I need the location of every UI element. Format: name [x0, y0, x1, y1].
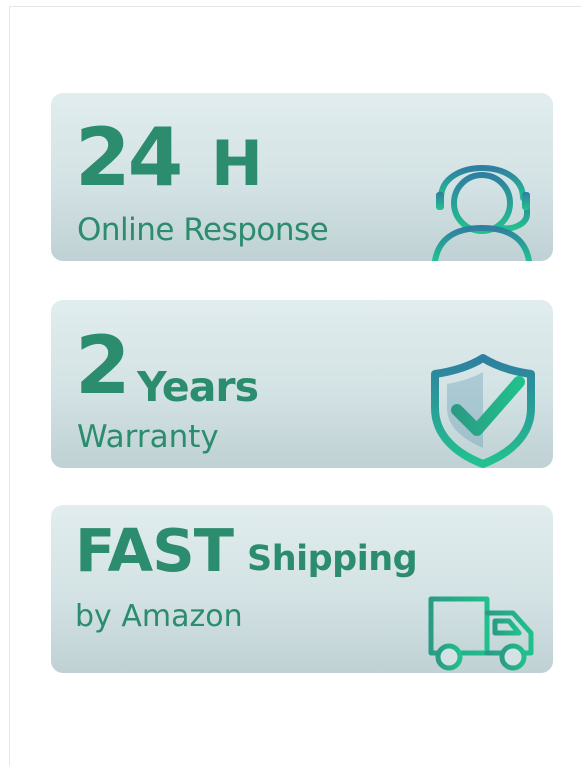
feature-card-warranty: 2 Years Warranty — [51, 300, 553, 468]
card-headline-unit: Shipping — [247, 539, 418, 579]
shield-check-icon — [431, 354, 535, 468]
card-subtitle: Warranty — [77, 419, 219, 455]
card-headline-number: 2 — [75, 319, 131, 412]
delivery-truck-icon — [395, 596, 534, 671]
card-headline-word: FAST — [75, 516, 234, 585]
feature-card-online-response: 24 H Online Response — [51, 93, 553, 261]
feature-card-fast-shipping: FAST Shipping by Amazon — [51, 505, 553, 673]
card-headline-number: 24 — [75, 111, 183, 204]
card-subtitle: by Amazon — [75, 599, 243, 634]
headset-agent-icon — [432, 165, 532, 261]
card-subtitle: Online Response — [77, 212, 329, 248]
card-headline-unit: Years — [137, 363, 259, 411]
card-headline-unit: H — [211, 127, 263, 200]
